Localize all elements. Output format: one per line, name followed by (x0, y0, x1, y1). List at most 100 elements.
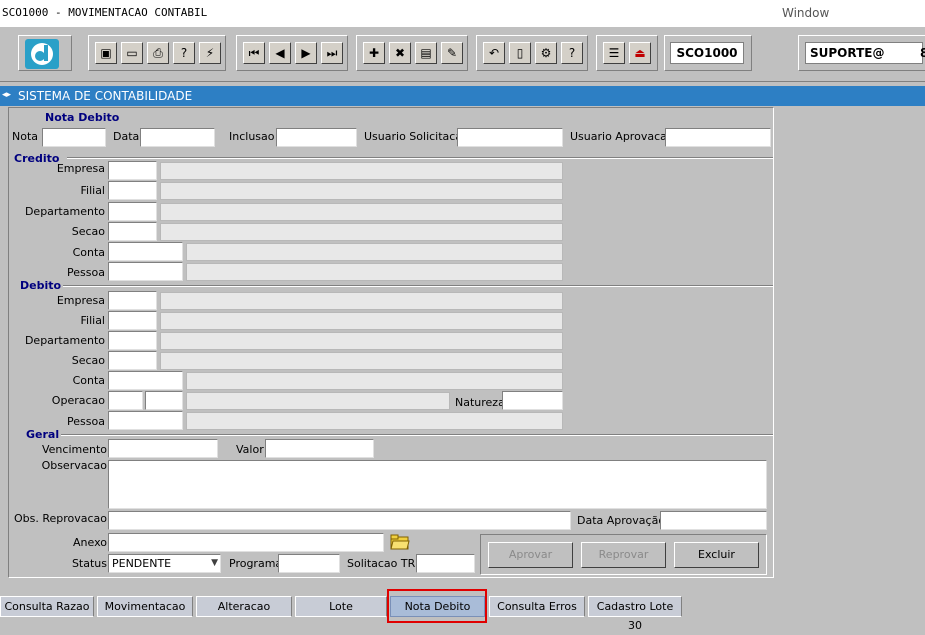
divider (63, 285, 773, 287)
obs-reprovacao-label: Obs. Reprovacao (13, 512, 107, 525)
clipboard-icon[interactable]: ▯ (509, 42, 531, 64)
tab-alteracao[interactable]: Alteracao (196, 596, 292, 617)
aprovar-button[interactable]: Aprovar (488, 542, 573, 568)
data-aprovacao-field[interactable] (660, 511, 767, 530)
user-group: SUPORTE@ 8 (798, 35, 925, 71)
status-label: Status (71, 557, 107, 570)
nota-label: Nota (12, 130, 39, 143)
collapse-icon[interactable]: ◂▸ (2, 90, 11, 100)
previous-record-icon[interactable]: ◀ (269, 42, 291, 64)
credito-filial-label: Filial (80, 184, 106, 197)
data-field[interactable] (140, 128, 215, 147)
tab-lote[interactable]: Lote (295, 596, 387, 617)
debito-pessoa-desc (186, 412, 563, 430)
credito-secao-desc (160, 223, 563, 241)
inclusao-field[interactable] (276, 128, 357, 147)
excluir-button[interactable]: Excluir (674, 542, 759, 568)
debito-conta-desc (186, 372, 563, 390)
debito-operacao-label: Operacao (51, 394, 105, 407)
credito-empresa-desc (160, 162, 563, 180)
window-menu[interactable]: Window (782, 6, 829, 20)
execute-query-icon[interactable]: ⚡ (199, 42, 221, 64)
programa-label: Programa (229, 557, 283, 570)
form-code-group: SCO1000 (664, 35, 752, 71)
tab-movimentacao[interactable]: Movimentacao (97, 596, 193, 617)
debito-operacao-field[interactable] (108, 391, 143, 410)
debito-empresa-label: Empresa (56, 294, 105, 307)
record-tools: ✚ ✖ ▤ ✎ (356, 35, 468, 71)
anexo-field[interactable] (108, 533, 384, 552)
debito-conta-field[interactable] (108, 371, 183, 390)
usuario-aprovacao-field[interactable] (665, 128, 771, 147)
programa-field[interactable] (278, 554, 340, 573)
debito-departamento-field[interactable] (108, 331, 157, 350)
tab-consulta-erros[interactable]: Consulta Erros (489, 596, 585, 617)
credito-pessoa-field[interactable] (108, 262, 183, 281)
observacao-label: Observacao (41, 459, 107, 472)
credito-departamento-label: Departamento (24, 205, 105, 218)
delete-record-icon[interactable]: ✖ (389, 42, 411, 64)
form-code: SCO1000 (670, 42, 744, 64)
status-select[interactable]: PENDENTE ▼ (108, 554, 221, 573)
debito-pessoa-label: Pessoa (67, 415, 105, 428)
action-group: Aprovar Reprovar Excluir (480, 534, 767, 575)
help-query-icon[interactable]: ? (173, 42, 195, 64)
valor-field[interactable] (265, 439, 374, 458)
exit-icon[interactable]: ⏏ (629, 42, 651, 64)
section-debito: Debito (20, 279, 62, 292)
obs-reprovacao-field[interactable] (108, 511, 571, 530)
credito-pessoa-label: Pessoa (67, 266, 105, 279)
module-header: ◂▸ SISTEMA DE CONTABILIDADE (0, 86, 925, 106)
tab-consulta-razao[interactable]: Consulta Razao (0, 596, 94, 617)
debito-operacao-desc (186, 392, 450, 410)
debito-natureza-field[interactable] (502, 391, 563, 410)
credito-empresa-field[interactable] (108, 161, 157, 180)
module-title: SISTEMA DE CONTABILIDADE (18, 89, 193, 103)
first-record-icon[interactable]: ⏮ (243, 42, 265, 64)
credito-departamento-field[interactable] (108, 202, 157, 221)
next-record-icon[interactable]: ▶ (295, 42, 317, 64)
window-icon[interactable]: ▭ (121, 42, 143, 64)
insert-record-icon[interactable]: ✚ (363, 42, 385, 64)
credito-conta-field[interactable] (108, 242, 183, 261)
anexo-label: Anexo (73, 536, 107, 549)
data-label: Data (113, 130, 140, 143)
observacao-textarea[interactable] (108, 460, 767, 509)
vencimento-field[interactable] (108, 439, 218, 458)
last-record-icon[interactable]: ⏭ (321, 42, 343, 64)
settings-icon[interactable]: ⚙ (535, 42, 557, 64)
usuario-solicitacao-label: Usuario Solicitacao (364, 130, 469, 143)
divider (67, 157, 773, 159)
list-values-icon[interactable]: ▤ (415, 42, 437, 64)
solicitacao-trp-field[interactable] (416, 554, 475, 573)
usuario-solicitacao-field[interactable] (457, 128, 563, 147)
open-folder-icon[interactable] (390, 532, 410, 552)
debito-pessoa-field[interactable] (108, 411, 183, 430)
save-icon[interactable]: ▣ (95, 42, 117, 64)
credito-secao-label: Secao (71, 225, 105, 238)
vencimento-label: Vencimento (41, 443, 107, 456)
debito-operacao-subfield[interactable] (145, 391, 183, 410)
debito-departamento-label: Departamento (24, 334, 105, 347)
chevron-down-icon[interactable]: ▼ (211, 557, 218, 570)
print-icon[interactable]: ⎙ (147, 42, 169, 64)
debito-secao-field[interactable] (108, 351, 157, 370)
debito-conta-label: Conta (72, 374, 105, 387)
debito-empresa-field[interactable] (108, 291, 157, 310)
edit-icon[interactable]: ✎ (441, 42, 463, 64)
undo-icon[interactable]: ↶ (483, 42, 505, 64)
divider (61, 434, 773, 436)
reprovar-button[interactable]: Reprovar (581, 542, 666, 568)
help-icon[interactable]: ? (561, 42, 583, 64)
debito-filial-field[interactable] (108, 311, 157, 330)
credito-filial-field[interactable] (108, 181, 157, 200)
credito-conta-label: Conta (72, 246, 105, 259)
credito-secao-field[interactable] (108, 222, 157, 241)
debito-filial-label: Filial (80, 314, 106, 327)
nota-field[interactable] (42, 128, 106, 147)
inclusao-label: Inclusao (229, 130, 275, 143)
tab-cadastro-lote-30[interactable]: Cadastro Lote 30 (588, 596, 682, 632)
menu-icon[interactable]: ☰ (603, 42, 625, 64)
credito-pessoa-desc (186, 263, 563, 281)
debito-secao-label: Secao (71, 354, 105, 367)
